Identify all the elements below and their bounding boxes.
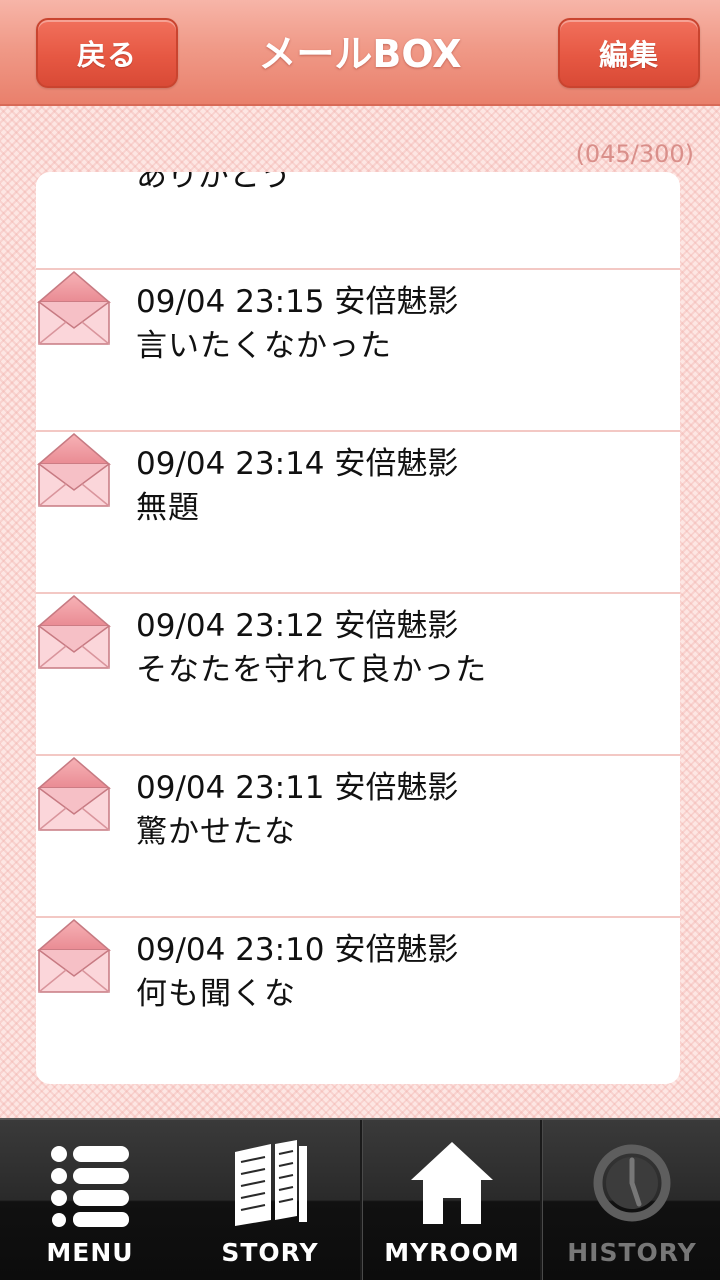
- page-title: メールBOX: [258, 32, 462, 76]
- envelope-icon: [36, 757, 112, 831]
- partial-mail-subject: ありがとう: [136, 172, 291, 194]
- mail-item[interactable]: 09/04 23:12 安倍魅影 そなたを守れて良かった: [36, 592, 680, 754]
- mail-subject: 何も聞くな: [136, 976, 296, 1012]
- mail-datetime: 09/04 23:15: [136, 284, 325, 320]
- mail-sender: 安倍魅影: [334, 446, 459, 482]
- mail-item[interactable]: 09/04 23:14 安倍魅影 無題: [36, 430, 680, 592]
- mail-datetime: 09/04 23:11: [136, 770, 325, 806]
- mail-datetime: 09/04 23:12: [136, 608, 325, 644]
- clock-icon: [593, 1144, 671, 1222]
- envelope-icon: [36, 595, 112, 669]
- envelope-icon: [36, 919, 112, 993]
- nav-myroom-label: MYROOM: [384, 1238, 520, 1267]
- envelope-icon: [36, 433, 112, 507]
- bottom-nav: MENU STORY MYROOM HISTORY: [0, 1118, 720, 1280]
- nav-myroom[interactable]: MYROOM: [360, 1120, 540, 1280]
- house-icon: [411, 1142, 493, 1224]
- mail-datetime: 09/04 23:10: [136, 932, 325, 968]
- mail-item[interactable]: 09/04 23:15 安倍魅影 言いたくなかった: [36, 268, 680, 430]
- mail-subject: 無題: [136, 490, 200, 526]
- mail-sender: 安倍魅影: [334, 932, 459, 968]
- book-icon: [235, 1140, 307, 1226]
- mail-item[interactable]: 09/04 23:11 安倍魅影 驚かせたな: [36, 754, 680, 916]
- envelope-icon: [36, 271, 112, 345]
- nav-menu[interactable]: MENU: [0, 1120, 180, 1280]
- mail-subject: 言いたくなかった: [136, 328, 392, 364]
- menu-list-icon: [51, 1146, 129, 1227]
- app-header: 戻る メールBOX 編集: [0, 0, 720, 106]
- nav-story[interactable]: STORY: [180, 1120, 360, 1280]
- mail-count: (045/300): [575, 140, 694, 168]
- back-button[interactable]: 戻る: [36, 18, 178, 88]
- nav-story-label: STORY: [221, 1238, 319, 1267]
- mail-datetime: 09/04 23:14: [136, 446, 325, 482]
- edit-button[interactable]: 編集: [558, 18, 700, 88]
- mail-subject: 驚かせたな: [136, 814, 296, 850]
- nav-history-label: HISTORY: [567, 1238, 697, 1267]
- mail-list[interactable]: ありがとう 09/04 23:15 安倍魅影 言いたくなかった 09/04 23…: [36, 172, 680, 1084]
- mail-sender: 安倍魅影: [334, 608, 459, 644]
- mail-item[interactable]: 09/04 23:10 安倍魅影 何も聞くな: [36, 916, 680, 1078]
- nav-history[interactable]: HISTORY: [540, 1120, 720, 1280]
- mail-sender: 安倍魅影: [334, 284, 459, 320]
- mail-sender: 安倍魅影: [334, 770, 459, 806]
- nav-menu-label: MENU: [46, 1238, 134, 1267]
- mail-subject: そなたを守れて良かった: [136, 652, 488, 688]
